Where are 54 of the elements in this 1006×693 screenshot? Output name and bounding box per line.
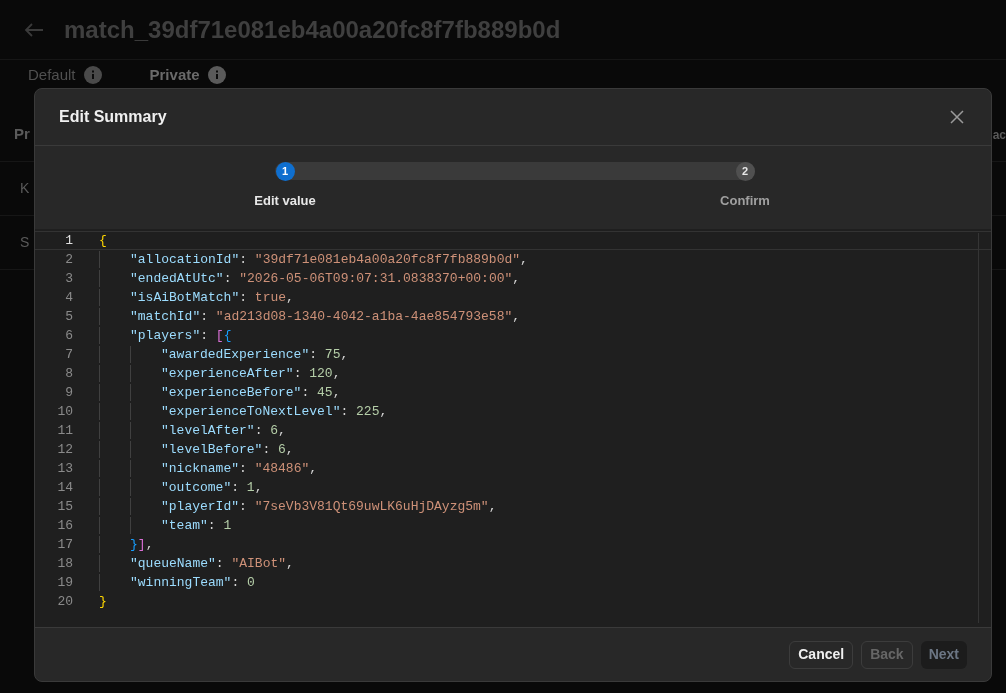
line-number: 2 bbox=[64, 250, 73, 269]
row-label: S bbox=[20, 233, 30, 252]
code-line: "isAiBotMatch": true, bbox=[130, 288, 294, 307]
code-editor[interactable] bbox=[35, 229, 991, 627]
step-label: Edit value bbox=[254, 192, 316, 210]
line-number: 20 bbox=[56, 592, 73, 611]
code-line: "players": [{ bbox=[130, 326, 232, 345]
row-label: K bbox=[20, 179, 30, 198]
line-number: 13 bbox=[56, 459, 73, 478]
code-line: "matchId": "ad213d08-1340-4042-a1ba-4ae854793e58", bbox=[130, 307, 521, 326]
code-line: "endedAtUtc": "2026-05-06T09:07:31.0838370+00:00", bbox=[130, 269, 521, 288]
line-number: 7 bbox=[64, 345, 73, 364]
line-number: 15 bbox=[56, 497, 73, 516]
code-line: "allocationId": "39df71e081eb4a00a20fc8f7fb889b0d", bbox=[130, 250, 528, 269]
line-number: 10 bbox=[56, 402, 73, 421]
line-number: 6 bbox=[64, 326, 73, 345]
code-line: "nickname": "48486", bbox=[161, 459, 318, 478]
dialog-title: Edit Summary bbox=[59, 107, 167, 127]
line-number: 5 bbox=[64, 307, 73, 326]
line-number: 11 bbox=[56, 421, 73, 440]
line-number: 9 bbox=[64, 383, 73, 402]
code-line: } bbox=[99, 592, 107, 611]
code-line: "awardedExperience": 75, bbox=[161, 345, 349, 364]
step-label: Confirm bbox=[720, 192, 770, 210]
code-line: "experienceToNextLevel": 225, bbox=[161, 402, 388, 421]
code-line: "winningTeam": 0 bbox=[130, 573, 255, 592]
code-line: "team": 1 bbox=[161, 516, 232, 535]
line-number: 8 bbox=[64, 364, 73, 383]
code-line: "levelBefore": 6, bbox=[161, 440, 294, 459]
step-number: 1 bbox=[275, 162, 295, 181]
info-icon bbox=[83, 66, 102, 85]
line-number: 1 bbox=[64, 231, 73, 250]
code-line: "outcome": 1, bbox=[161, 478, 263, 497]
dialog-button[interactable]: Cancel bbox=[789, 640, 854, 669]
tab[interactable]: Private bbox=[149, 64, 200, 87]
line-number: 12 bbox=[56, 440, 73, 459]
line-number: 18 bbox=[56, 554, 73, 573]
code-line: "playerId": "7seVb3V81Qt69uwLK6uHjDAyzg5m", bbox=[161, 497, 497, 516]
code-line: { bbox=[99, 231, 107, 250]
line-number: 16 bbox=[56, 516, 73, 535]
code-line: }], bbox=[130, 535, 154, 554]
code-line: "experienceAfter": 120, bbox=[161, 364, 341, 383]
line-number: 4 bbox=[64, 288, 73, 307]
line-number: 17 bbox=[56, 535, 73, 554]
line-number: 19 bbox=[56, 573, 73, 592]
column-heading: ac bbox=[992, 126, 1006, 144]
code-line: "experienceBefore": 45, bbox=[161, 383, 341, 402]
tab[interactable]: Default bbox=[28, 64, 76, 87]
section-heading: Pr bbox=[14, 124, 30, 145]
line-number: 14 bbox=[56, 478, 73, 497]
info-icon bbox=[207, 66, 226, 85]
code-line: "levelAfter": 6, bbox=[161, 421, 286, 440]
line-number: 3 bbox=[64, 269, 73, 288]
code-line: "queueName": "AIBot", bbox=[130, 554, 294, 573]
